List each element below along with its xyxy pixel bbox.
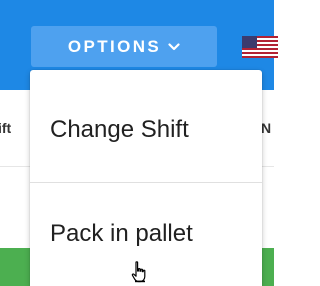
options-label: OPTIONS: [67, 36, 162, 56]
toolbar-item-partial-left[interactable]: ift: [0, 120, 11, 136]
options-dropdown-button[interactable]: OPTIONS: [31, 26, 217, 67]
menu-divider: [30, 182, 262, 183]
hand-pointer-cursor-icon: [131, 261, 146, 283]
menu-item-change-shift[interactable]: Change Shift: [30, 100, 262, 160]
chevron-down-icon: [168, 42, 180, 51]
toolbar-item-partial-right[interactable]: N: [261, 120, 271, 136]
menu-item-pack-in-pallet[interactable]: Pack in pallet: [30, 204, 262, 264]
options-dropdown-menu: Change Shift Pack in pallet: [30, 70, 262, 286]
us-flag-icon[interactable]: [242, 36, 278, 58]
